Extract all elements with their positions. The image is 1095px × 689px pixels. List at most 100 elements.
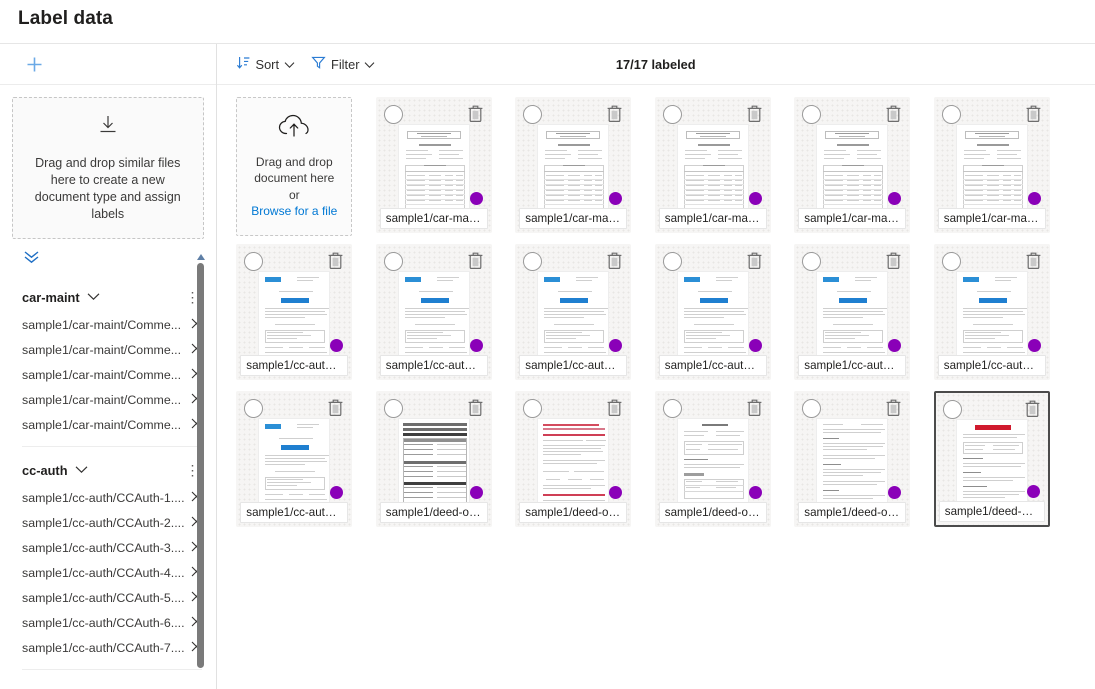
document-card[interactable]: sample1/deed-of-t... xyxy=(375,391,492,527)
chevron-down-icon xyxy=(284,57,295,72)
document-thumbnail xyxy=(816,271,889,363)
document-thumbnail xyxy=(397,271,470,363)
document-upload-dropzone[interactable]: Drag and drop document here or Browse fo… xyxy=(236,97,353,236)
document-card[interactable]: sample1/cc-auth/C... xyxy=(375,244,492,380)
trash-icon xyxy=(607,399,622,417)
double-chevron-down-icon[interactable] xyxy=(22,249,42,270)
left-panel-scrollbar[interactable] xyxy=(195,249,207,689)
document-name-label: sample1/cc-auth/C... xyxy=(804,359,901,372)
document-name-label: sample1/cc-auth/C... xyxy=(943,359,1040,372)
list-item[interactable]: sample1/cc-auth/CCAuth-2.... xyxy=(22,510,202,535)
document-card[interactable]: sample1/deed-of-t... xyxy=(933,391,1050,527)
document-name-box: sample1/deed-of-t... xyxy=(798,502,907,523)
scrollbar-thumb[interactable] xyxy=(196,263,204,668)
trash-icon xyxy=(607,105,622,123)
card-slot: sample1/car-maint... xyxy=(364,97,504,244)
document-card[interactable]: sample1/deed-of-t... xyxy=(515,391,632,527)
document-card[interactable]: sample1/car-maint... xyxy=(933,97,1050,233)
document-card[interactable]: sample1/cc-auth/C... xyxy=(794,244,911,380)
group-header-car-maint[interactable]: car-maint ⋮ xyxy=(22,282,202,312)
labeled-dot-badge xyxy=(1027,192,1041,205)
document-name-box: sample1/car-maint... xyxy=(798,208,907,229)
similar-files-dropzone-text: Drag and drop similar files here to crea… xyxy=(34,156,181,221)
circle-checkbox-icon[interactable] xyxy=(941,105,961,124)
document-thumbnail xyxy=(676,124,749,216)
list-item[interactable]: sample1/cc-auth/CCAuth-7.... xyxy=(22,635,202,660)
add-document-type-button[interactable] xyxy=(23,53,45,75)
circle-checkbox-icon[interactable] xyxy=(383,105,403,124)
list-item[interactable]: sample1/car-maint/Comme... xyxy=(22,337,202,362)
file-name-label: sample1/car-maint/Comme... xyxy=(22,367,182,382)
list-item[interactable]: sample1/cc-auth/CCAuth-3.... xyxy=(22,535,202,560)
card-slot: sample1/deed-of-t... xyxy=(783,391,923,538)
chevron-down-icon xyxy=(364,57,375,72)
document-name-box: sample1/cc-auth/C... xyxy=(658,355,767,376)
circle-checkbox-icon[interactable] xyxy=(941,252,961,271)
document-card[interactable]: sample1/car-maint... xyxy=(375,97,492,233)
document-name-label: sample1/cc-auth/C... xyxy=(525,359,622,372)
document-card[interactable]: sample1/car-maint... xyxy=(794,97,911,233)
labeled-dot-badge xyxy=(469,339,483,352)
list-item[interactable]: sample1/car-maint/Comme... xyxy=(22,362,202,387)
circle-checkbox-icon[interactable] xyxy=(523,105,543,124)
list-item[interactable]: sample1/cc-auth/CCAuth-5.... xyxy=(22,585,202,610)
list-item[interactable]: sample1/cc-auth/CCAuth-6.... xyxy=(22,610,202,635)
circle-checkbox-icon[interactable] xyxy=(802,252,822,271)
card-slot: sample1/car-maint... xyxy=(643,97,783,244)
document-name-label: sample1/cc-auth/C... xyxy=(246,506,343,519)
list-item[interactable]: sample1/car-maint/Comme... xyxy=(22,412,202,437)
document-card[interactable]: sample1/cc-auth/C... xyxy=(236,244,353,380)
circle-checkbox-icon[interactable] xyxy=(662,105,682,124)
filter-button[interactable]: Filter xyxy=(303,48,383,80)
list-item[interactable]: sample1/car-maint/Comme... xyxy=(22,312,202,337)
circle-checkbox-icon[interactable] xyxy=(942,400,962,419)
document-name-label: sample1/deed-of-t... xyxy=(944,505,1039,518)
circle-checkbox-icon[interactable] xyxy=(383,252,403,271)
document-thumbnail xyxy=(955,419,1028,511)
document-name-box: sample1/deed-of-t... xyxy=(658,502,767,523)
document-card[interactable]: sample1/cc-auth/C... xyxy=(515,244,632,380)
card-slot: sample1/deed-of-t... xyxy=(922,391,1062,538)
group-header-cc-auth[interactable]: cc-auth ⋮ xyxy=(22,455,202,485)
document-card[interactable]: sample1/cc-auth/C... xyxy=(933,244,1050,380)
chevron-down-icon[interactable] xyxy=(75,461,88,479)
labeled-dot-badge xyxy=(609,486,623,499)
trash-icon xyxy=(747,252,762,270)
document-card[interactable]: sample1/deed-of-t... xyxy=(654,391,771,527)
document-card[interactable]: sample1/deed-of-t... xyxy=(794,391,911,527)
group-name-label: cc-auth xyxy=(22,462,68,478)
document-name-label: sample1/car-maint... xyxy=(664,212,761,225)
circle-checkbox-icon[interactable] xyxy=(662,252,682,271)
circle-checkbox-icon[interactable] xyxy=(662,399,682,418)
document-thumbnail xyxy=(258,418,331,510)
document-thumbnail xyxy=(537,418,610,510)
circle-checkbox-icon[interactable] xyxy=(244,252,264,271)
list-item[interactable]: sample1/cc-auth/CCAuth-4.... xyxy=(22,560,202,585)
labeled-dot-badge xyxy=(469,486,483,499)
circle-checkbox-icon[interactable] xyxy=(244,399,264,418)
list-item[interactable]: sample1/car-maint/Comme... xyxy=(22,387,202,412)
document-card[interactable]: sample1/cc-auth/C... xyxy=(654,244,771,380)
list-item[interactable]: sample1/cc-auth/CCAuth-1.... xyxy=(22,485,202,510)
circle-checkbox-icon[interactable] xyxy=(802,399,822,418)
document-card[interactable]: sample1/car-maint... xyxy=(654,97,771,233)
similar-files-dropzone[interactable]: Drag and drop similar files here to crea… xyxy=(12,97,204,239)
sort-button[interactable]: Sort xyxy=(228,48,303,80)
document-card[interactable]: sample1/car-maint... xyxy=(515,97,632,233)
circle-checkbox-icon[interactable] xyxy=(802,105,822,124)
labeled-dot-badge xyxy=(888,192,902,205)
circle-checkbox-icon[interactable] xyxy=(523,399,543,418)
circle-checkbox-icon[interactable] xyxy=(383,399,403,418)
circle-checkbox-icon[interactable] xyxy=(523,252,543,271)
file-name-label: sample1/car-maint/Comme... xyxy=(22,392,182,407)
scroll-up-arrow-icon[interactable] xyxy=(196,249,206,260)
trash-icon xyxy=(1025,400,1040,418)
labeled-dot-badge xyxy=(888,486,902,499)
document-card[interactable]: sample1/cc-auth/C... xyxy=(236,391,353,527)
document-name-box: sample1/cc-auth/C... xyxy=(379,355,488,376)
documents-grid: Drag and drop document here or Browse fo… xyxy=(217,85,1095,538)
chevron-down-icon[interactable] xyxy=(87,288,100,306)
dropzone-line-1: Drag and drop xyxy=(255,154,333,169)
left-panel: Drag and drop similar files here to crea… xyxy=(0,44,217,689)
browse-for-file-link[interactable]: Browse for a file xyxy=(251,203,337,220)
